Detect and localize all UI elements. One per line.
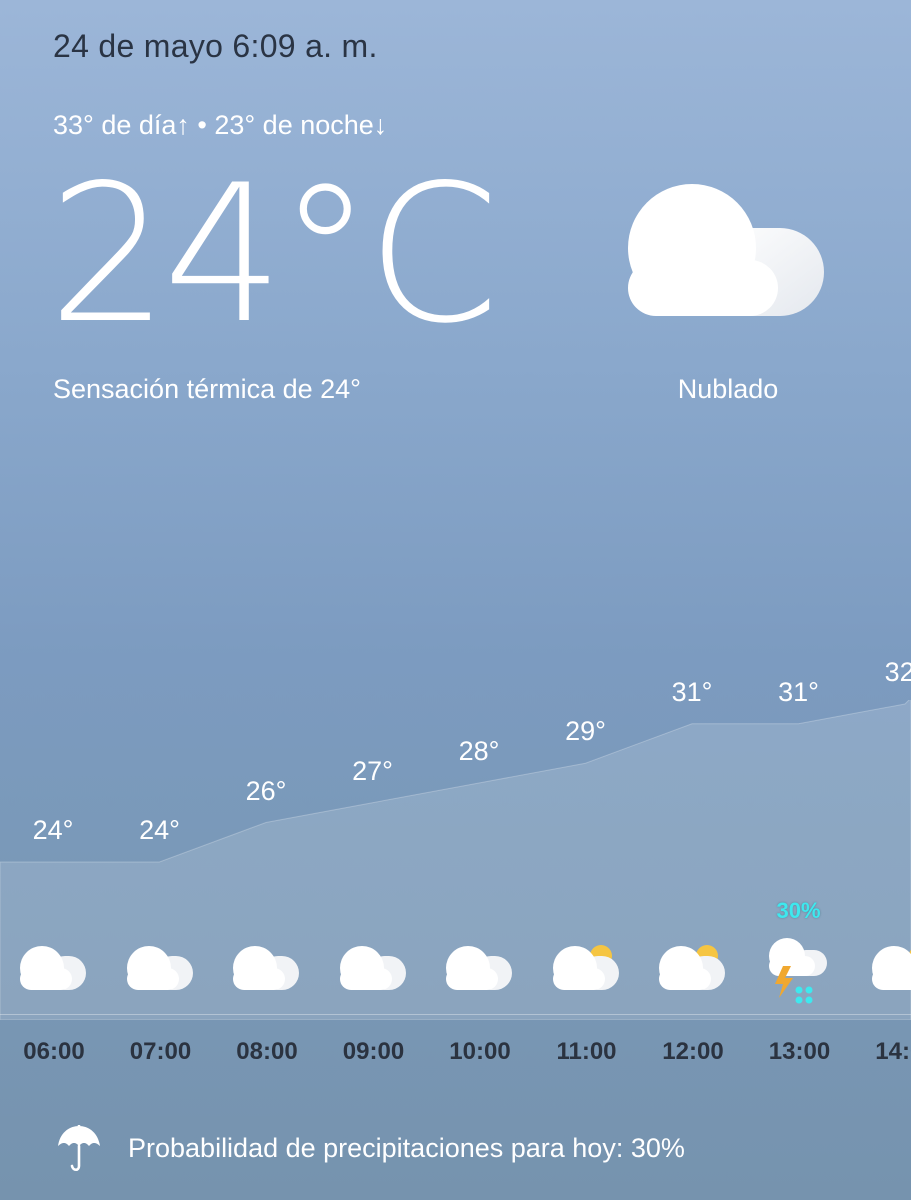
hour-label: 09:00: [342, 1038, 405, 1065]
hourly-temp-label: 31°: [778, 676, 819, 707]
partly-sunny-icon: [870, 944, 911, 1001]
hourly-temp-label: 29°: [565, 716, 606, 747]
feels-like: Sensación térmica de 24°: [53, 374, 361, 404]
cloudy-icon: [125, 944, 195, 1001]
datetime: 24 de mayo 6:09 a. m.: [53, 28, 378, 64]
divider: [0, 1014, 911, 1015]
cloudy-icon: [444, 944, 514, 1001]
partly-sunny-icon: [657, 944, 727, 1001]
partly-sunny-icon: [551, 944, 621, 1001]
hourly-temp-label: 31°: [671, 676, 713, 707]
cloudy-icon: [231, 944, 301, 1001]
precipitation-summary: Probabilidad de precipitaciones para hoy…: [128, 1133, 685, 1163]
hourly-temp-label: 32°: [884, 657, 911, 687]
hour-label: 06:00: [23, 1038, 85, 1065]
hourly-temp-label: 28°: [458, 736, 500, 766]
hourly-precip-chance: 30%: [776, 898, 821, 923]
hour-label: 11:00: [556, 1038, 617, 1065]
hour-label: 08:00: [236, 1038, 298, 1065]
high-low-temperature: 33° de día↑ • 23° de noche↓: [53, 110, 388, 140]
current-temperature: 24°C: [48, 144, 499, 365]
hourly-temp-label: 24°: [139, 815, 180, 845]
hour-label: 10:00: [449, 1038, 511, 1065]
hourly-temp-label: 24°: [32, 815, 74, 845]
hour-label: 07:00: [129, 1038, 192, 1065]
cloudy-icon: [338, 944, 408, 1001]
hour-label: 13:00: [768, 1038, 831, 1065]
hour-label: 14:00: [875, 1038, 911, 1065]
umbrella-icon: [58, 1125, 100, 1172]
condition-label: Nublado: [677, 374, 779, 404]
cloudy-icon: [628, 184, 824, 316]
hourly-temp-label: 27°: [352, 755, 393, 786]
hourly-temp-label: 26°: [245, 775, 287, 806]
thunderstorm-icon: [767, 936, 831, 1013]
cloudy-icon: [18, 944, 88, 1001]
hour-label: 12:00: [662, 1038, 724, 1065]
